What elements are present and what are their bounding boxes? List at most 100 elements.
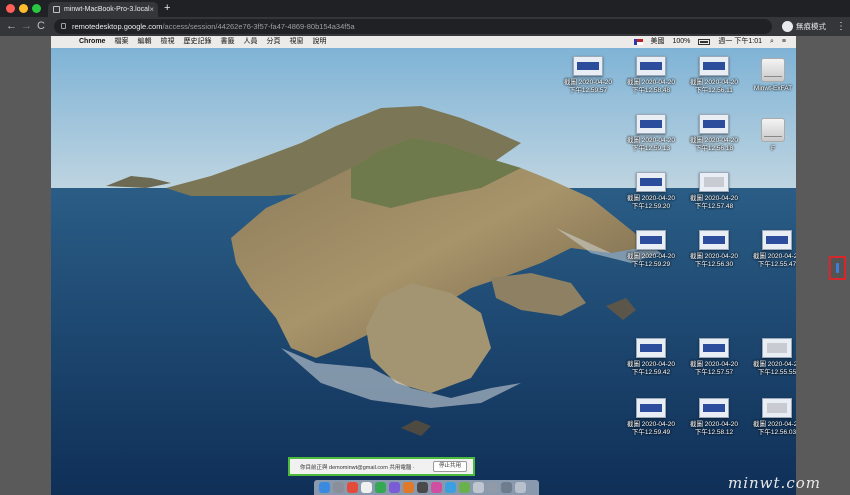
clock[interactable]: 週一 下午1:01: [718, 36, 762, 48]
tab-title: minwt-MacBook-Pro-3.local: [64, 6, 150, 13]
desktop-file-icon[interactable]: 截圖 2020-04-20 下午12.59.13: [619, 114, 683, 153]
menu-item[interactable]: 歷史記錄: [183, 36, 211, 48]
file-name-line1: 截圖 2020-04-20: [689, 137, 739, 144]
desktop-file-icon[interactable]: 截圖 2020-04-20下午12.56.03: [745, 398, 796, 437]
file-name-line2: 下午12.57.48: [694, 203, 734, 210]
dock-app-icon[interactable]: [487, 482, 498, 493]
menu-item[interactable]: 編輯: [137, 36, 151, 48]
page-favicon-icon: [53, 6, 60, 13]
app-menu-items: Chrome 檔案 編輯 檢視 歷史記錄 書籤 人員 分頁 視窗 說明: [79, 36, 326, 48]
menu-item[interactable]: Chrome: [79, 36, 105, 48]
input-source-flag-icon[interactable]: [633, 39, 643, 45]
file-name-line1: 截圖 2020-04-20: [689, 253, 739, 260]
watermark: minwt.com: [728, 474, 821, 492]
mac-menu-bar: Chrome 檔案 編輯 檢視 歷史記錄 書籤 人員 分頁 視窗 說明 美國 100% 週一 下午…: [51, 36, 796, 48]
screenshot-thumbnail-icon: [573, 56, 603, 76]
back-button[interactable]: ←: [6, 19, 17, 34]
dock-app-icon[interactable]: [333, 482, 344, 493]
screenshot-thumbnail-icon: [636, 338, 666, 358]
desktop-file-icon[interactable]: 截圖 2020-04-20 下午12.59.20: [619, 172, 683, 211]
file-name-line1: 截圖 2020-04-20: [626, 253, 676, 260]
notification-center-icon[interactable]: ≡: [782, 36, 786, 48]
battery-icon[interactable]: [698, 39, 711, 45]
menu-item[interactable]: 人員: [243, 36, 257, 48]
file-name-line1: 截圖 2020-04-20: [626, 195, 676, 202]
dock-app-icon[interactable]: [389, 482, 400, 493]
desktop-file-icon[interactable]: 截圖 2020-04-20下午12.55.55: [745, 338, 796, 377]
screenshot-thumbnail-icon: [636, 172, 666, 192]
browser-toolbar: ← → C remotedesktop.google.com/access/se…: [0, 17, 850, 36]
dock-app-icon[interactable]: [347, 482, 358, 493]
desktop-file-icon[interactable]: 截圖 2020-04-20 下午12.59.29: [619, 230, 683, 269]
dock-app-icon[interactable]: [515, 482, 526, 493]
url-host: remotedesktop.google.com: [72, 22, 163, 31]
forward-button[interactable]: →: [21, 19, 32, 34]
status-area: 美國 100% 週一 下午1:01 ⌕ ≡: [633, 36, 786, 48]
new-tab-button[interactable]: +: [164, 1, 170, 16]
desktop-file-icon[interactable]: 截圖 2020-04-20 下午12.57.57: [682, 338, 746, 377]
fullscreen-window-button[interactable]: [32, 4, 41, 13]
remote-desktop-view[interactable]: Chrome 檔案 編輯 檢視 歷史記錄 書籤 人員 分頁 視窗 說明 美國 100% 週一 下午…: [51, 36, 796, 495]
minimize-window-button[interactable]: [19, 4, 28, 13]
file-name-line1: 截圖 2020-04-20: [689, 421, 739, 428]
dock-app-icon[interactable]: [319, 482, 330, 493]
dock-app-icon[interactable]: [361, 482, 372, 493]
dock-app-icon[interactable]: [445, 482, 456, 493]
url-path: /access/session/44262e76-3f57-fa47-4869-…: [162, 22, 355, 31]
file-name-line1: 截圖 2020-04-20: [752, 253, 796, 260]
browser-menu-icon[interactable]: ⋮: [836, 19, 846, 34]
file-name-line1: 截圖 2020-04-20: [752, 361, 796, 368]
desktop-file-icon[interactable]: 截圖 2020-04-20 下午12.56.30: [682, 230, 746, 269]
desktop-file-icon[interactable]: 截圖 2020-04-20 下午12.57.48: [682, 172, 746, 211]
menu-item[interactable]: 檢視: [160, 36, 174, 48]
desktop-file-icon[interactable]: 截圖 2020-04-20下午12.55.47: [745, 230, 796, 269]
desktop-file-icon[interactable]: 截圖 2020-04-20 下午12.56.11: [682, 56, 746, 95]
menu-item[interactable]: 說明: [312, 36, 326, 48]
dock-app-icon[interactable]: [473, 482, 484, 493]
file-name-line1: 截圖 2020-04-20: [689, 195, 739, 202]
tab-active[interactable]: minwt-MacBook-Pro-3.local ×: [48, 2, 158, 17]
file-name-line2: 下午12.55.47: [757, 261, 796, 268]
spotlight-search-icon[interactable]: ⌕: [770, 36, 774, 48]
file-name-line1: 截圖 2020-04-20: [626, 361, 676, 368]
file-name-line1: 截圖 2020-04-20: [689, 79, 739, 86]
file-name-line2: 下午12.59.42: [631, 369, 671, 376]
dock-app-icon[interactable]: [431, 482, 442, 493]
close-window-button[interactable]: [6, 4, 15, 13]
file-name-line2: 下午12.55.55: [757, 369, 796, 376]
screenshot-thumbnail-icon: [699, 398, 729, 418]
address-bar[interactable]: remotedesktop.google.com/access/session/…: [54, 19, 772, 34]
dock-app-icon[interactable]: [403, 482, 414, 493]
desktop-file-icon[interactable]: 截圖 2020-04-20 下午12.58.12: [682, 398, 746, 437]
desktop-file-icon[interactable]: 截圖 2020-04-20 下午12.59.57: [556, 56, 620, 95]
file-name-line1: 截圖 2020-04-20: [563, 79, 613, 86]
dock-app-icon[interactable]: [417, 482, 428, 493]
menu-item[interactable]: 分頁: [266, 36, 280, 48]
remote-desktop-side-panel-tab[interactable]: [829, 256, 846, 280]
menu-item[interactable]: 書籤: [220, 36, 234, 48]
file-name-line2: 下午12.59.49: [631, 429, 671, 436]
reload-button[interactable]: C: [37, 19, 45, 34]
desktop-file-icon[interactable]: 截圖 2020-04-20 下午12.59.42: [619, 338, 683, 377]
stop-sharing-button[interactable]: 停止共用: [432, 461, 467, 472]
desktop-file-icon[interactable]: 截圖 2020-04-20 下午12.58.48: [619, 56, 683, 95]
incognito-indicator[interactable]: 無痕模式: [782, 20, 826, 33]
menu-item[interactable]: 視窗: [289, 36, 303, 48]
battery-percent[interactable]: 100%: [673, 36, 691, 48]
drive-icon-f[interactable]: F: [741, 118, 796, 153]
dock-app-icon[interactable]: [501, 482, 512, 493]
screenshot-thumbnail-icon: [636, 56, 666, 76]
tab-close-icon[interactable]: ×: [149, 2, 154, 17]
dock-app-icon[interactable]: [459, 482, 470, 493]
drive-icon-minwt-exfat[interactable]: Minwt-ExFAT: [741, 58, 796, 93]
screenshot-thumbnail-icon: [699, 56, 729, 76]
screenshot-thumbnail-icon: [699, 172, 729, 192]
dock-app-icon[interactable]: [375, 482, 386, 493]
input-source-label[interactable]: 美國: [651, 36, 665, 48]
screenshot-thumbnail-icon: [636, 230, 666, 250]
menu-item[interactable]: 檔案: [114, 36, 128, 48]
file-name-line2: 下午12.59.29: [631, 261, 671, 268]
desktop-file-icon[interactable]: 截圖 2020-04-20 下午12.56.18: [682, 114, 746, 153]
desktop-file-icon[interactable]: 截圖 2020-04-20 下午12.59.49: [619, 398, 683, 437]
screenshot-thumbnail-icon: [762, 398, 792, 418]
